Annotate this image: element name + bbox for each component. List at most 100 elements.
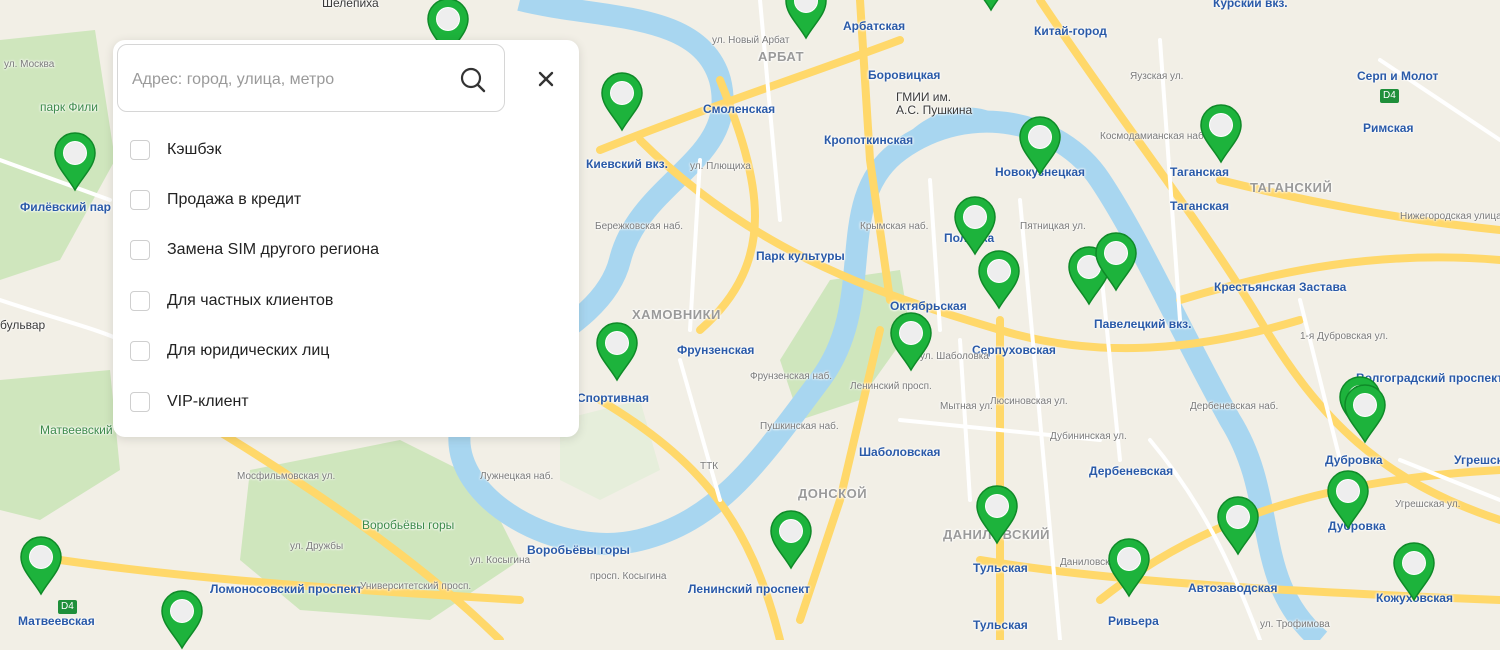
street-label: Яузская ул.	[1130, 71, 1184, 82]
store-pin[interactable]	[1392, 542, 1436, 602]
store-pin[interactable]	[53, 132, 97, 192]
district-label: ДОНСКОЙ	[798, 486, 868, 501]
search-box	[117, 44, 505, 112]
store-pin[interactable]	[19, 536, 63, 596]
street-label: Крымская наб.	[860, 221, 929, 232]
metro-label: Автозаводская	[1188, 581, 1278, 595]
metro-label: Филёвский пар	[20, 200, 112, 214]
checkbox[interactable]	[130, 240, 150, 260]
street-label: Космодамианская наб.	[1100, 131, 1207, 142]
metro-label: Павелецкий вкз.	[1094, 317, 1192, 331]
search-input[interactable]	[130, 63, 444, 97]
filter-option-label: Замена SIM другого региона	[167, 241, 379, 258]
street-label: ул. Плющиха	[690, 161, 751, 172]
d4-badge: D4	[1380, 89, 1399, 103]
metro-label: Смоленская	[703, 102, 776, 116]
filter-option-label: Для юридических лиц	[167, 342, 330, 359]
filter-option-label: Продажа в кредит	[167, 191, 302, 208]
store-pin[interactable]	[784, 0, 828, 40]
metro-label: Ривьера	[1108, 614, 1159, 628]
street-label: ул. Трофимова	[1260, 619, 1330, 630]
place-label: Курский вкз.	[1213, 0, 1288, 10]
filter-option-sim-replacement[interactable]: Замена SIM другого региона	[130, 237, 379, 263]
store-pin[interactable]	[160, 590, 204, 650]
place-label: парк Фили	[40, 100, 98, 114]
metro-label: Угрешская	[1454, 453, 1500, 467]
street-label: Ленинский просп.	[850, 381, 932, 392]
metro-label: Арбатская	[843, 19, 906, 33]
store-pin[interactable]	[769, 510, 813, 570]
street-label: Пушкинская наб.	[760, 421, 839, 432]
metro-label: Фрунзенская	[677, 343, 755, 357]
metro-label: Шаболовская	[859, 445, 941, 459]
metro-label: Тульская	[973, 618, 1028, 632]
metro-label: Матвеевская	[18, 614, 95, 628]
close-button[interactable]	[531, 64, 561, 94]
store-pin[interactable]	[600, 72, 644, 132]
filter-option-credit[interactable]: Продажа в кредит	[130, 187, 301, 213]
street-label: Угрешская ул.	[1395, 499, 1461, 510]
place-label: Матвеевский	[40, 423, 113, 437]
store-pin[interactable]	[889, 312, 933, 372]
metro-label: Воробьёвы горы	[527, 543, 630, 557]
checkbox[interactable]	[130, 291, 150, 311]
store-pin[interactable]	[969, 0, 1013, 12]
street-label: Лужнецкая наб.	[480, 471, 554, 482]
street-label: ул. Косыгина	[470, 555, 531, 566]
filter-option-legal-entities[interactable]: Для юридических лиц	[130, 338, 329, 364]
place-label: А.С. Пушкина	[896, 103, 973, 117]
district-label: АРБАТ	[758, 49, 805, 64]
filter-option-cashback[interactable]: Кэшбэк	[130, 137, 221, 163]
metro-label: Ломоносовский проспект	[210, 582, 363, 596]
metro-label: Крестьянская Застава	[1214, 280, 1347, 294]
street-label: Мосфильмовская ул.	[237, 471, 336, 482]
store-pin[interactable]	[1107, 538, 1151, 598]
checkbox[interactable]	[130, 392, 150, 412]
metro-label: Дубровка	[1325, 453, 1383, 467]
store-pin[interactable]	[1094, 232, 1138, 292]
checkbox[interactable]	[130, 341, 150, 361]
street-label: Дубининская ул.	[1050, 431, 1127, 442]
store-pin[interactable]	[953, 196, 997, 256]
store-pin[interactable]	[1199, 104, 1243, 164]
store-pin[interactable]	[1326, 470, 1370, 530]
street-label: ул. Дружбы	[290, 541, 344, 552]
store-pin[interactable]	[1343, 384, 1387, 444]
district-label: ХАМОВНИКИ	[632, 307, 721, 322]
search-icon[interactable]	[458, 65, 488, 95]
metro-label: Спортивная	[577, 391, 649, 405]
place-label: ГМИИ им.	[896, 90, 952, 104]
street-label: ул. Москва	[4, 59, 55, 70]
street-label: 1-я Дубровская ул.	[1300, 331, 1388, 342]
metro-label: Таганская	[1170, 199, 1229, 213]
metro-label: Тульская	[973, 561, 1028, 575]
filter-option-label: VIP-клиент	[167, 393, 249, 410]
metro-label: Кропоткинская	[824, 133, 914, 147]
d4-badge: D4	[58, 600, 77, 614]
filter-option-private-clients[interactable]: Для частных клиентов	[130, 288, 333, 314]
store-pin[interactable]	[977, 250, 1021, 310]
street-label: Фрунзенская наб.	[750, 371, 833, 382]
place-label: Шелепиха	[322, 0, 379, 10]
store-pin[interactable]	[1216, 496, 1260, 556]
metro-label: Парк культуры	[756, 249, 845, 263]
store-pin[interactable]	[595, 322, 639, 382]
metro-label: Октябрьская	[890, 299, 967, 313]
street-label: Нижегородская улица	[1400, 211, 1500, 222]
street-label: Университетский просп.	[360, 581, 472, 592]
street-label: ТТК	[700, 461, 719, 472]
store-pin[interactable]	[975, 485, 1019, 545]
filter-option-vip[interactable]: VIP-клиент	[130, 389, 249, 415]
place-label: Воробьёвы горы	[362, 518, 455, 532]
checkbox[interactable]	[130, 140, 150, 160]
filter-option-label: Кэшбэк	[167, 141, 222, 158]
metro-label: Серп и Молот	[1357, 69, 1439, 83]
checkbox[interactable]	[130, 190, 150, 210]
close-icon	[538, 71, 554, 87]
place-label: бульвар	[0, 318, 46, 332]
metro-label: Дербеневская	[1089, 464, 1174, 478]
metro-label: Киевский вкз.	[586, 157, 668, 171]
street-label: Бережковская наб.	[595, 221, 684, 232]
store-pin[interactable]	[1018, 116, 1062, 176]
metro-label: Китай-город	[1034, 24, 1107, 38]
